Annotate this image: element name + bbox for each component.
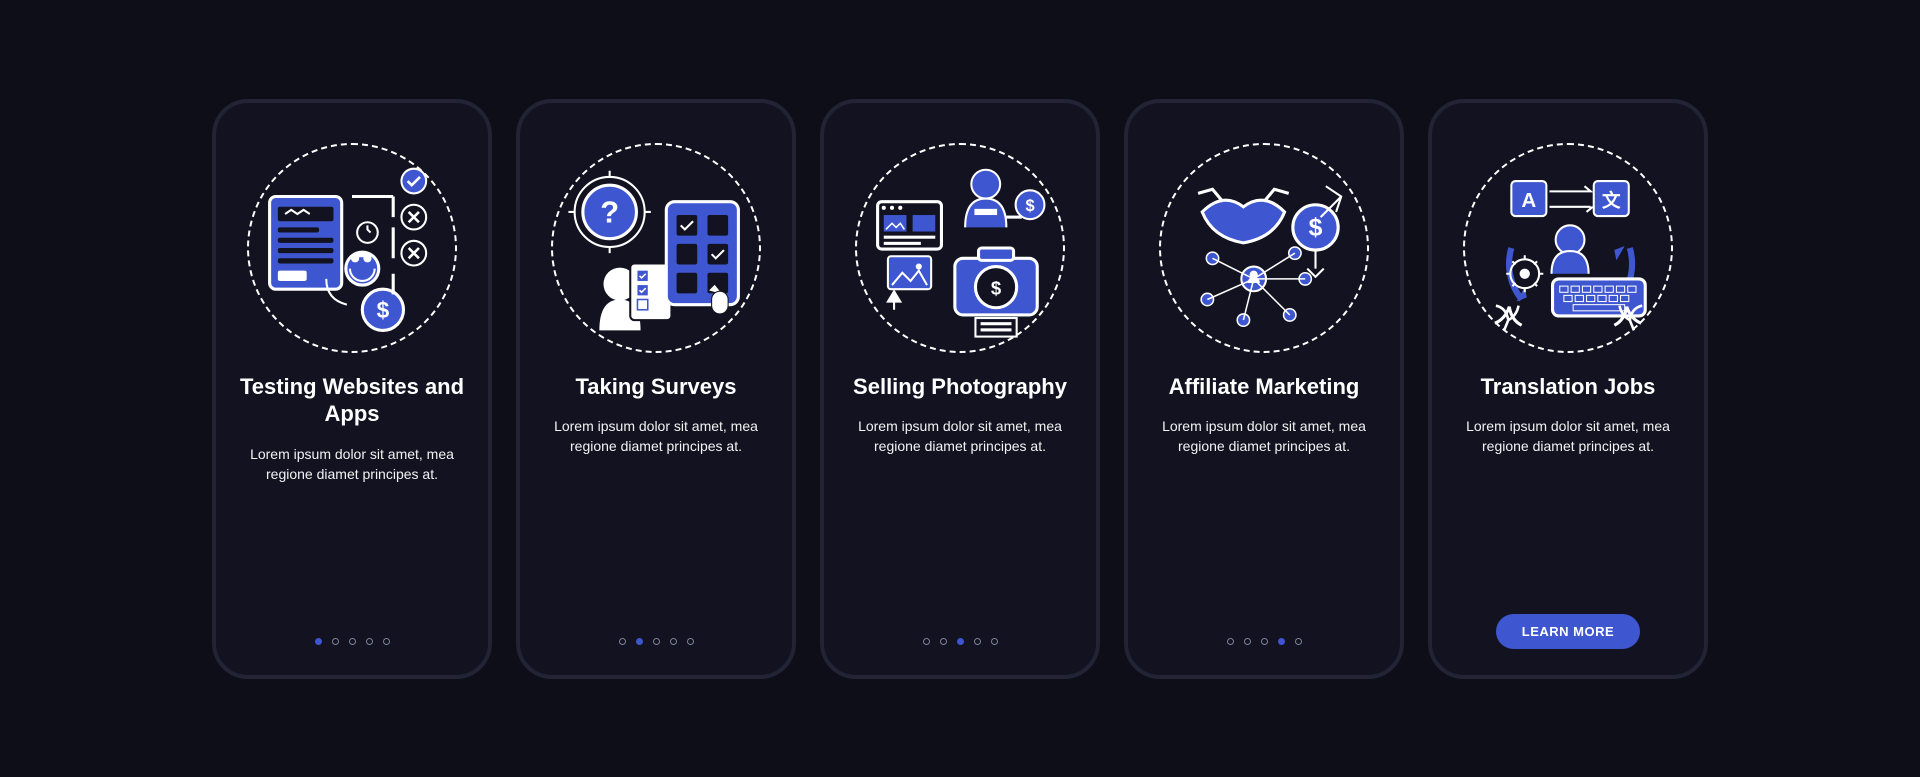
photography-icon: $ $: [855, 143, 1065, 353]
onboarding-screen-4: $ Affiliate Marketing Lorem ipsum dolor …: [1124, 99, 1404, 679]
affiliate-icon: $: [1159, 143, 1369, 353]
svg-text:?: ?: [600, 194, 619, 229]
onboarding-screen-2: ? Taking Surveys Lorem ipsum dolor sit a…: [516, 99, 796, 679]
learn-more-button[interactable]: LEARN MORE: [1496, 614, 1640, 649]
dot-4[interactable]: [366, 638, 373, 645]
dot-5[interactable]: [687, 638, 694, 645]
screen-title: Testing Websites and Apps: [236, 373, 468, 428]
screen-title: Translation Jobs: [1481, 373, 1656, 401]
dot-1[interactable]: [1227, 638, 1234, 645]
screen-title: Taking Surveys: [576, 373, 737, 401]
svg-text:$: $: [1309, 214, 1323, 241]
dot-5[interactable]: [383, 638, 390, 645]
dot-1[interactable]: [619, 638, 626, 645]
dot-2[interactable]: [332, 638, 339, 645]
screen-description: Lorem ipsum dolor sit amet, mea regione …: [540, 416, 772, 457]
screen-description: Lorem ipsum dolor sit amet, mea regione …: [844, 416, 1076, 457]
screen-description: Lorem ipsum dolor sit amet, mea regione …: [1148, 416, 1380, 457]
dot-3[interactable]: [349, 638, 356, 645]
dot-2[interactable]: [940, 638, 947, 645]
dot-5[interactable]: [991, 638, 998, 645]
dot-2[interactable]: [1244, 638, 1251, 645]
svg-text:文: 文: [1602, 189, 1621, 210]
pagination-dots: [1227, 638, 1302, 645]
screen-description: Lorem ipsum dolor sit amet, mea regione …: [1452, 416, 1684, 457]
svg-text:A: A: [1521, 188, 1536, 211]
dot-4[interactable]: [670, 638, 677, 645]
dot-5[interactable]: [1295, 638, 1302, 645]
dot-3[interactable]: [653, 638, 660, 645]
pagination-dots: [619, 638, 694, 645]
dot-1[interactable]: [315, 638, 322, 645]
translation-icon: A 文: [1463, 143, 1673, 353]
onboarding-screen-1: $ Testing Websites and Apps Lorem ipsum …: [212, 99, 492, 679]
pagination-dots: [923, 638, 998, 645]
onboarding-screen-3: $ $ Selling Photography Lorem ipsum dolo…: [820, 99, 1100, 679]
screen-title: Selling Photography: [853, 373, 1067, 401]
svg-text:$: $: [377, 297, 390, 323]
dot-2[interactable]: [636, 638, 643, 645]
dot-4[interactable]: [1278, 638, 1285, 645]
screen-title: Affiliate Marketing: [1169, 373, 1360, 401]
surveys-icon: ?: [551, 143, 761, 353]
dot-3[interactable]: [1261, 638, 1268, 645]
testing-apps-icon: $: [247, 143, 457, 353]
svg-text:$: $: [991, 277, 1002, 298]
dot-4[interactable]: [974, 638, 981, 645]
pagination-dots: [315, 638, 390, 645]
screen-description: Lorem ipsum dolor sit amet, mea regione …: [236, 444, 468, 485]
svg-text:$: $: [1025, 196, 1034, 214]
dot-1[interactable]: [923, 638, 930, 645]
onboarding-screen-5: A 文 Translation Jobs Lorem ipsum dolor s…: [1428, 99, 1708, 679]
dot-3[interactable]: [957, 638, 964, 645]
